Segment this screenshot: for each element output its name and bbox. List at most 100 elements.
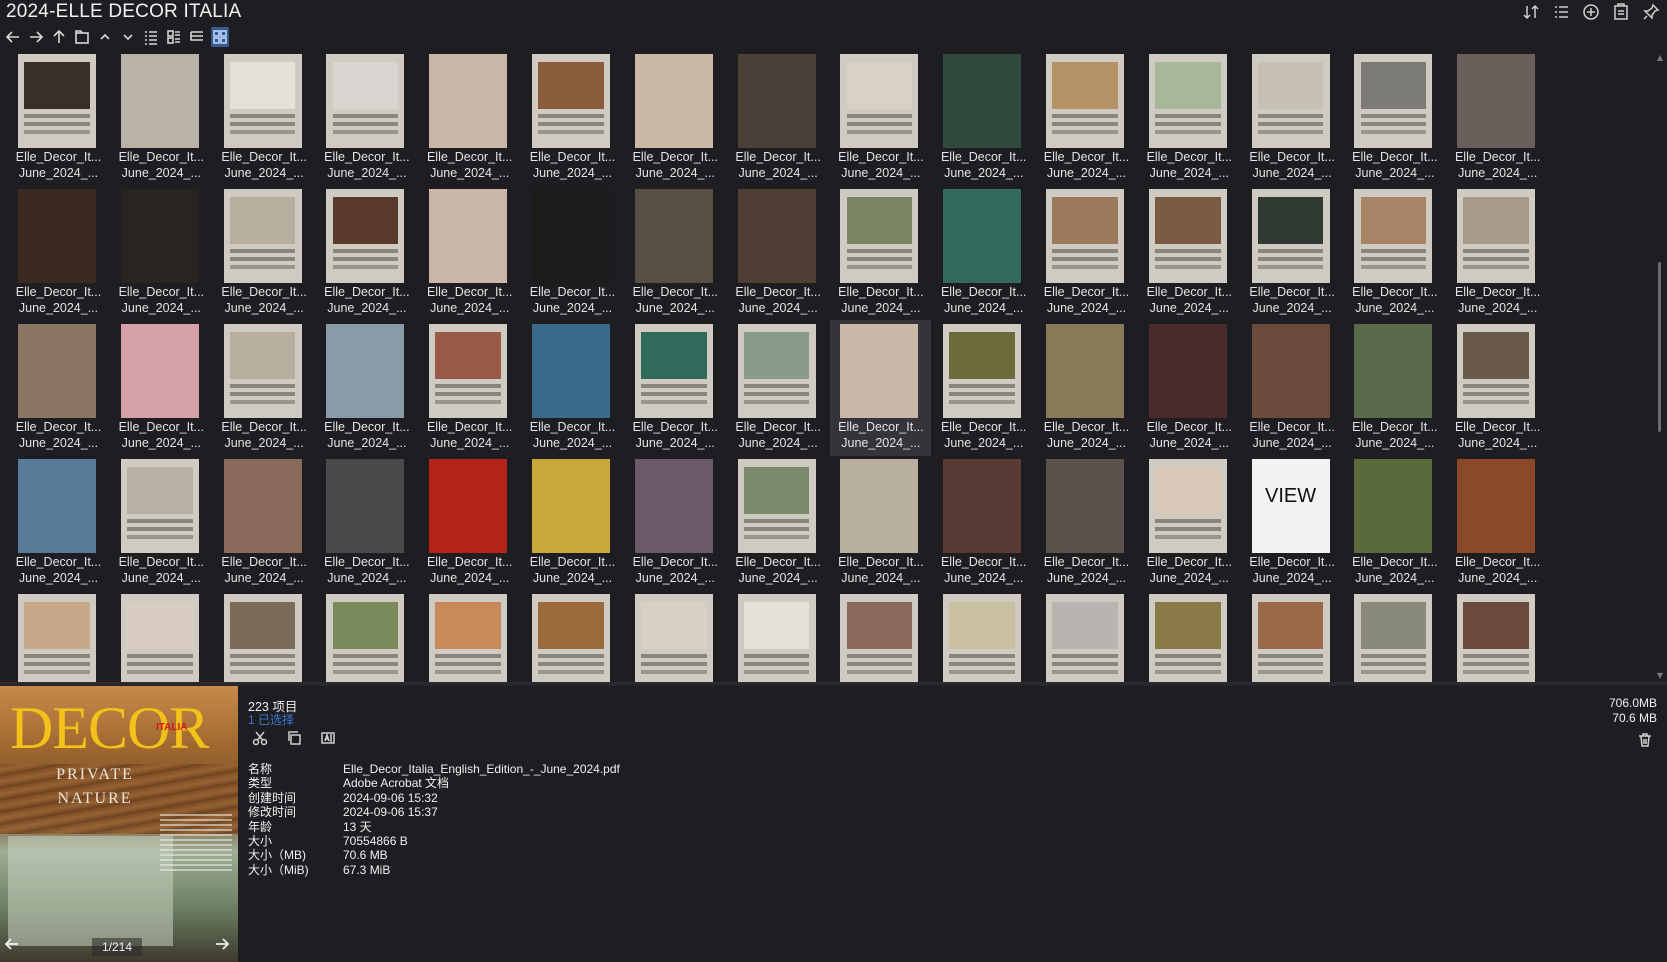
clipboard-icon[interactable] bbox=[1611, 2, 1631, 22]
forward-icon[interactable] bbox=[27, 27, 45, 47]
file-item[interactable]: Elle_Decor_It... June_2024_... bbox=[625, 455, 726, 591]
file-item[interactable]: Elle_Decor_It... June_2024_... bbox=[419, 320, 520, 456]
file-item[interactable]: Elle_Decor_It... June_2024_... bbox=[316, 455, 417, 591]
cut-icon[interactable] bbox=[250, 728, 270, 748]
file-item[interactable]: Elle_Decor_It... June_2024_... bbox=[214, 185, 315, 321]
file-item[interactable]: Elle_Decor_It... June_2024_... bbox=[111, 185, 212, 321]
file-item[interactable]: Elle_Decor_It... June_2024_... bbox=[1139, 52, 1240, 186]
file-item[interactable] bbox=[1139, 590, 1240, 682]
scroll-down-icon[interactable]: ▼ bbox=[1656, 672, 1664, 680]
file-item[interactable] bbox=[214, 590, 315, 682]
file-item[interactable] bbox=[728, 590, 829, 682]
file-item[interactable]: Elle_Decor_It... June_2024_... bbox=[1242, 52, 1343, 186]
file-item[interactable]: Elle_Decor_It... June_2024_... bbox=[419, 185, 520, 321]
file-item[interactable]: Elle_Decor_It... June_2024_... bbox=[111, 52, 212, 186]
file-item[interactable]: Elle_Decor_It... June_2024_... bbox=[214, 455, 315, 591]
scrollbar-thumb[interactable] bbox=[1658, 262, 1661, 432]
file-item[interactable]: Elle_Decor_It... June_2024_... bbox=[1344, 185, 1445, 321]
file-item[interactable]: Elle_Decor_It... June_2024_... bbox=[728, 320, 829, 456]
sort-icon[interactable] bbox=[1521, 2, 1541, 22]
file-item[interactable]: Elle_Decor_It... June_2024_... bbox=[1036, 185, 1137, 321]
file-item[interactable]: Elle_Decor_It... June_2024_... bbox=[830, 320, 932, 456]
file-item[interactable]: Elle_Decor_It... June_2024_... bbox=[1344, 52, 1445, 186]
up-icon[interactable] bbox=[50, 27, 68, 47]
tree-view-icon[interactable] bbox=[188, 27, 206, 47]
file-item[interactable]: Elle_Decor_It... June_2024_... bbox=[1447, 52, 1548, 186]
file-item[interactable]: Elle_Decor_It... June_2024_... bbox=[933, 52, 1034, 186]
list-view-icon[interactable] bbox=[142, 27, 160, 47]
file-item[interactable]: Elle_Decor_It... June_2024_... bbox=[1036, 455, 1137, 591]
file-item[interactable]: VIEW Elle_Decor_It... June_2024_... bbox=[1242, 455, 1343, 591]
trash-icon[interactable] bbox=[1635, 730, 1655, 750]
file-item[interactable]: Elle_Decor_It... June_2024_... bbox=[522, 320, 623, 456]
file-item[interactable]: Elle_Decor_It... June_2024_... bbox=[214, 52, 315, 186]
file-item[interactable] bbox=[8, 590, 109, 682]
sort-down-icon[interactable] bbox=[119, 27, 137, 47]
file-item[interactable]: Elle_Decor_It... June_2024_... bbox=[933, 185, 1034, 321]
copy-icon[interactable] bbox=[284, 728, 304, 748]
file-item[interactable]: Elle_Decor_It... June_2024_... bbox=[8, 185, 109, 321]
file-item[interactable]: Elle_Decor_It... June_2024_... bbox=[419, 52, 520, 186]
pin-icon[interactable] bbox=[1641, 2, 1661, 22]
rename-icon[interactable] bbox=[318, 728, 338, 748]
file-item[interactable]: Elle_Decor_It... June_2024_... bbox=[1242, 185, 1343, 321]
previous-page-icon[interactable] bbox=[4, 936, 22, 954]
file-item[interactable] bbox=[1447, 590, 1548, 682]
file-item[interactable]: Elle_Decor_It... June_2024_... bbox=[933, 320, 1034, 456]
file-item[interactable]: Elle_Decor_It... June_2024_... bbox=[830, 52, 931, 186]
file-item[interactable]: Elle_Decor_It... June_2024_... bbox=[1242, 320, 1343, 456]
file-item[interactable]: Elle_Decor_It... June_2024_... bbox=[1139, 320, 1240, 456]
file-item[interactable]: Elle_Decor_It... June_2024_... bbox=[1036, 52, 1137, 186]
file-item[interactable]: Elle_Decor_It... June_2024_... bbox=[728, 185, 829, 321]
file-item[interactable]: Elle_Decor_It... June_2024_... bbox=[111, 455, 212, 591]
file-item[interactable]: Elle_Decor_It... June_2024_... bbox=[625, 320, 726, 456]
file-item[interactable] bbox=[111, 590, 212, 682]
file-item[interactable] bbox=[1242, 590, 1343, 682]
back-icon[interactable] bbox=[4, 27, 22, 47]
file-item[interactable] bbox=[1036, 590, 1137, 682]
file-item[interactable]: Elle_Decor_It... June_2024_... bbox=[625, 52, 726, 186]
file-item[interactable]: Elle_Decor_It... June_2024_... bbox=[522, 185, 623, 321]
folder-icon[interactable] bbox=[73, 27, 91, 47]
file-item[interactable]: Elle_Decor_It... June_2024_... bbox=[830, 455, 931, 591]
file-item[interactable]: Elle_Decor_It... June_2024_... bbox=[728, 52, 829, 186]
file-item[interactable] bbox=[522, 590, 623, 682]
file-item[interactable]: Elle_Decor_It... June_2024_... bbox=[1447, 185, 1548, 321]
file-item[interactable]: Elle_Decor_It... June_2024_... bbox=[1139, 185, 1240, 321]
file-item[interactable] bbox=[830, 590, 931, 682]
vertical-scrollbar[interactable]: ▲ ▼ bbox=[1655, 52, 1665, 682]
file-item[interactable]: Elle_Decor_It... June_2024_... bbox=[522, 52, 623, 186]
file-item[interactable]: Elle_Decor_It... June_2024_... bbox=[728, 455, 829, 591]
file-item[interactable] bbox=[933, 590, 1034, 682]
file-item[interactable]: Elle_Decor_It... June_2024_... bbox=[625, 185, 726, 321]
scroll-up-icon[interactable]: ▲ bbox=[1656, 54, 1664, 62]
file-item[interactable]: Elle_Decor_It... June_2024_... bbox=[522, 455, 623, 591]
file-item[interactable] bbox=[316, 590, 417, 682]
file-item[interactable]: Elle_Decor_It... June_2024_... bbox=[933, 455, 1034, 591]
file-item[interactable]: Elle_Decor_It... June_2024_... bbox=[830, 185, 931, 321]
file-item[interactable]: Elle_Decor_It... June_2024_... bbox=[1344, 320, 1445, 456]
file-item[interactable]: Elle_Decor_It... June_2024_... bbox=[214, 320, 315, 456]
file-item[interactable]: Elle_Decor_It... June_2024_... bbox=[8, 52, 109, 186]
file-item[interactable]: Elle_Decor_It... June_2024_... bbox=[419, 455, 520, 591]
file-item[interactable]: Elle_Decor_It... June_2024_... bbox=[1139, 455, 1240, 591]
next-page-icon[interactable] bbox=[214, 936, 232, 954]
file-item[interactable]: Elle_Decor_It... June_2024_... bbox=[111, 320, 212, 456]
file-item[interactable]: Elle_Decor_It... June_2024_... bbox=[1344, 455, 1445, 591]
selected-count[interactable]: 1 已选择 bbox=[248, 711, 294, 728]
file-item[interactable]: Elle_Decor_It... June_2024_... bbox=[1447, 320, 1548, 456]
file-item[interactable] bbox=[419, 590, 520, 682]
thumbnail-grid[interactable]: Elle_Decor_It... June_2024_... Elle_Decor_… bbox=[8, 52, 1648, 682]
file-item[interactable]: Elle_Decor_It... June_2024_... bbox=[316, 320, 417, 456]
file-item[interactable]: Elle_Decor_It... June_2024_... bbox=[8, 455, 109, 591]
file-item[interactable]: Elle_Decor_It... June_2024_... bbox=[316, 52, 417, 186]
add-circle-icon[interactable] bbox=[1581, 2, 1601, 22]
file-item[interactable] bbox=[1344, 590, 1445, 682]
sort-up-icon[interactable] bbox=[96, 27, 114, 47]
file-item[interactable] bbox=[625, 590, 726, 682]
file-item[interactable]: Elle_Decor_It... June_2024_... bbox=[1447, 455, 1548, 591]
detail-list-icon[interactable] bbox=[1551, 2, 1571, 22]
file-item[interactable]: Elle_Decor_It... June_2024_... bbox=[1036, 320, 1137, 456]
file-item[interactable]: Elle_Decor_It... June_2024_... bbox=[316, 185, 417, 321]
thumbnail-view-icon[interactable] bbox=[211, 27, 229, 47]
